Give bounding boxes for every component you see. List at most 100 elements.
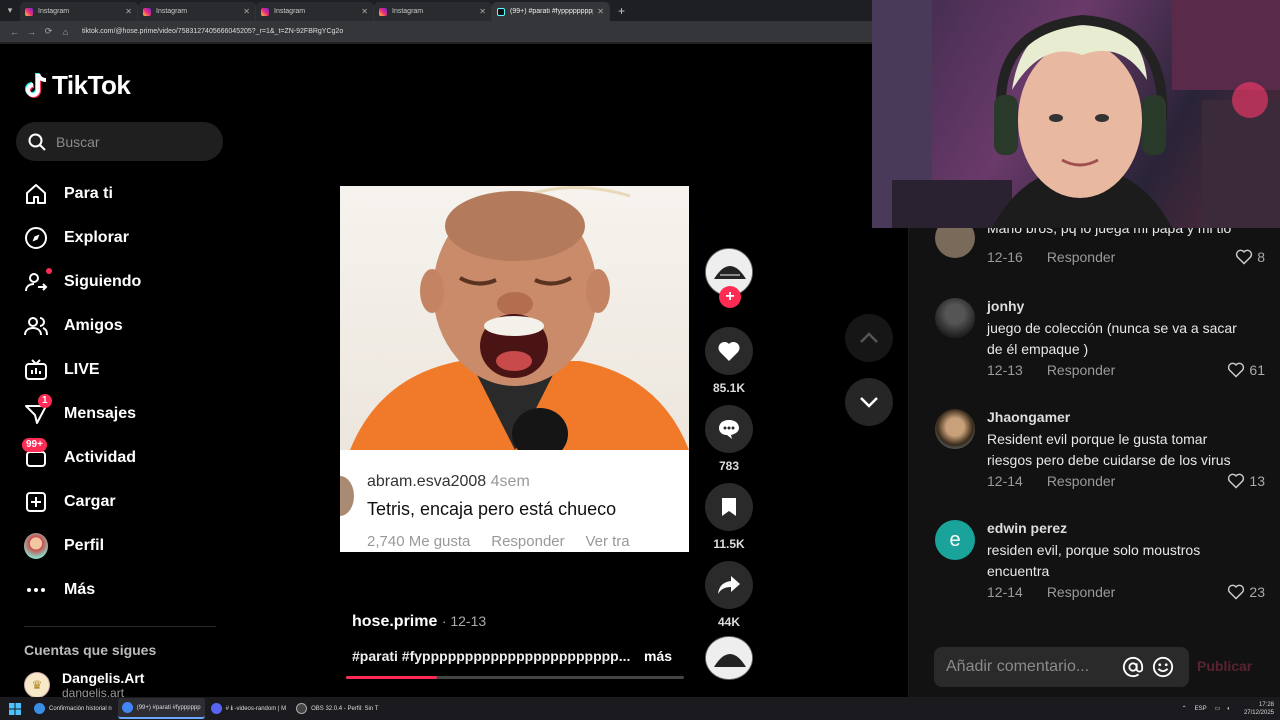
like-button[interactable] (705, 327, 753, 375)
previous-video-button[interactable] (845, 314, 893, 362)
windows-start-icon[interactable] (0, 702, 30, 715)
following-icon (24, 268, 52, 294)
sound-avatar[interactable] (705, 636, 753, 680)
comment-item: Jhaongamer Resident evil porque le gusta… (935, 409, 1265, 499)
bookmark-icon (722, 498, 736, 516)
browser-tab[interactable]: Instagram ✕ (374, 2, 492, 21)
heart-outline-icon (1228, 584, 1245, 600)
comment-like-button[interactable]: 23 (1227, 584, 1265, 600)
search-input[interactable] (56, 133, 206, 150)
mention-icon[interactable] (1120, 654, 1146, 680)
sidebar-item-mensajes[interactable]: 1 Mensajes (24, 392, 141, 436)
follow-plus-button[interactable]: + (719, 286, 741, 308)
sidebar-item-mas[interactable]: Más (24, 568, 141, 612)
tiktok-logo-icon (25, 72, 47, 98)
upload-icon (24, 490, 48, 514)
tiktok-logo[interactable]: TikTok (24, 70, 131, 101)
taskbar-item[interactable]: OBS 32.0.4 - Perfil: Sin T (292, 698, 382, 719)
following-account[interactable]: ♛ Dangelis.Art dangelis.art (24, 670, 144, 700)
screen: ▾ Instagram ✕ Instagram ✕ Instagram ✕ In… (0, 0, 1280, 720)
home-icon[interactable]: ⌂ (57, 27, 74, 37)
overlay-meta: 2,740 Me gusta Responder Ver tra (367, 533, 630, 550)
browser-tab[interactable]: Instagram ✕ (138, 2, 256, 21)
comment-date: 12-14 (987, 473, 1023, 489)
following-title: Cuentas que sigues (24, 642, 157, 658)
tab-search-icon[interactable]: ▾ (0, 0, 20, 21)
close-icon[interactable]: ✕ (597, 7, 604, 16)
sidebar-item-amigos[interactable]: Amigos (24, 304, 141, 348)
overlay-text: Tetris, encaja pero está chueco (367, 499, 617, 519)
reply-button[interactable]: Responder (1047, 362, 1116, 378)
like-count: 85.1K (712, 381, 746, 395)
reload-icon[interactable]: ⟳ (40, 26, 57, 37)
comment-like-button[interactable]: 13 (1227, 473, 1265, 489)
logo-text: TikTok (52, 70, 131, 100)
author-name[interactable]: hose.prime (352, 613, 437, 630)
sidebar-item-label: Mensajes (64, 405, 137, 422)
share-button[interactable] (705, 561, 753, 609)
taskbar-item-active[interactable]: (99+) #parati #fypppppp (117, 698, 205, 719)
sidebar-item-explorar[interactable]: Explorar (24, 216, 141, 260)
browser-tab[interactable]: Instagram ✕ (20, 2, 138, 21)
comment-username[interactable]: jonhy (987, 298, 1024, 314)
sidebar-item-para-ti[interactable]: Para ti (24, 172, 141, 216)
comment-username[interactable]: edwin perez (987, 520, 1067, 536)
back-icon[interactable]: ← (6, 27, 23, 37)
reply-button[interactable]: Responder (1047, 249, 1116, 265)
browser-tab[interactable]: Instagram ✕ (256, 2, 374, 21)
url-field[interactable]: tiktok.com/@hose.prime/video/75831274056… (82, 28, 343, 35)
taskbar-item[interactable]: Confirmación historial n (30, 698, 116, 719)
instagram-icon (261, 7, 269, 16)
close-icon[interactable]: ✕ (243, 7, 250, 16)
comment-compose[interactable] (934, 647, 1189, 687)
commenter-avatar[interactable] (935, 409, 975, 449)
video-frame (340, 186, 689, 450)
taskbar-item[interactable]: # ℹ -videos-random | M (207, 698, 291, 719)
sidebar-item-live[interactable]: LIVE (24, 348, 141, 392)
browser-tab-active[interactable]: (99+) #parati #fyppppppppppppp ✕ (492, 2, 610, 21)
close-icon[interactable]: ✕ (479, 7, 486, 16)
clock[interactable]: 17:28 27/12/2025 (1244, 701, 1274, 717)
search-box[interactable] (16, 122, 223, 161)
chrome-icon (121, 702, 133, 713)
video-progress-bar[interactable] (346, 676, 684, 679)
comment-text: Mario bros, pq lo juega mi papá y mi tio (987, 228, 1232, 236)
comment-item: Mario bros, pq lo juega mi papá y mi tio… (935, 228, 1265, 278)
sidebar-item-cargar[interactable]: Cargar (24, 480, 141, 524)
sidebar-item-actividad[interactable]: 99+ Actividad (22, 436, 141, 480)
publish-button[interactable]: Publicar (1197, 658, 1252, 674)
sidebar-item-perfil[interactable]: Perfil (24, 524, 141, 568)
reply-button[interactable]: Responder (1047, 584, 1116, 600)
language-indicator[interactable]: ESP (1195, 706, 1207, 712)
comment-like-button[interactable]: 8 (1235, 249, 1265, 265)
comment-username[interactable]: Jhaongamer (987, 409, 1070, 425)
sidebar-nav: Para ti Explorar Siguiendo Amigos LIVE 1… (22, 172, 141, 612)
forward-icon[interactable]: → (23, 27, 40, 37)
close-icon[interactable]: ✕ (361, 7, 368, 16)
compass-icon (24, 226, 48, 250)
video-author[interactable]: hose.prime · 12-13 (352, 613, 486, 631)
volume-icon[interactable]: ◖ (1226, 706, 1230, 712)
next-video-button[interactable] (845, 378, 893, 426)
new-tab-button[interactable]: + (618, 4, 625, 18)
commenter-avatar[interactable]: e (935, 520, 975, 560)
close-icon[interactable]: ✕ (125, 7, 132, 16)
reply-button[interactable]: Responder (1047, 473, 1116, 489)
tiktok-icon (497, 7, 505, 16)
sidebar-item-siguiendo[interactable]: Siguiendo (24, 260, 141, 304)
chrome-icon (34, 703, 45, 714)
comment-button[interactable] (705, 405, 753, 453)
overlay-username: abram.esva2008 (367, 473, 487, 490)
commenter-avatar[interactable] (935, 298, 975, 338)
comment-input[interactable] (946, 658, 1116, 676)
emoji-icon[interactable] (1150, 654, 1176, 680)
network-icon[interactable]: ▭ (1215, 705, 1221, 712)
overlay-avatar (340, 476, 354, 516)
activity-icon: 99+ (22, 438, 48, 470)
video-player[interactable]: abram.esva2008 4sem Tetris, encaja pero … (340, 186, 689, 552)
save-button[interactable] (705, 483, 753, 531)
comment-like-button[interactable]: 61 (1227, 362, 1265, 378)
more-link[interactable]: más (644, 648, 672, 664)
tray-chevron-icon[interactable]: ⌃ (1182, 705, 1187, 712)
commenter-avatar[interactable] (935, 228, 975, 258)
